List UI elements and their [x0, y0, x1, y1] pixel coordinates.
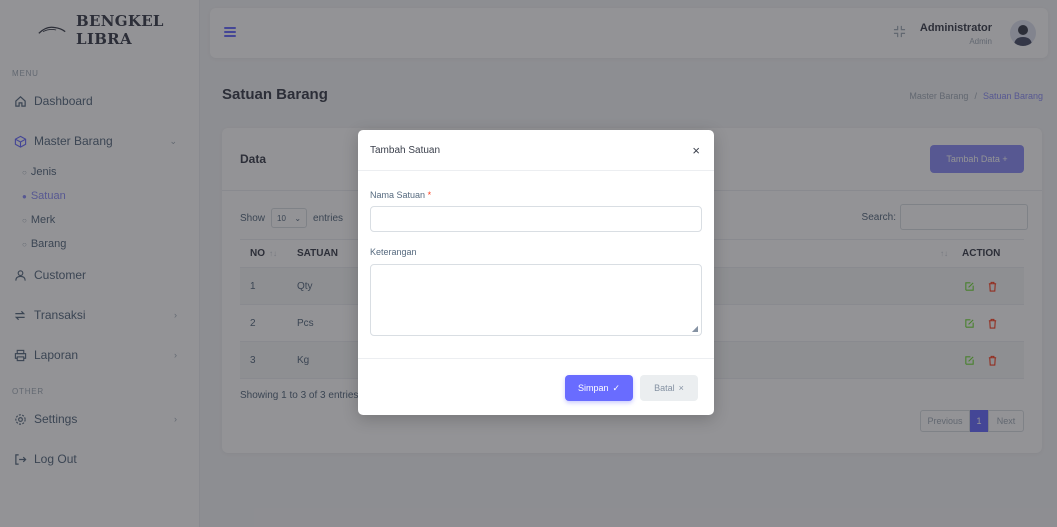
modal-divider: [358, 358, 714, 359]
required-mark: *: [427, 190, 432, 200]
modal-divider: [358, 170, 714, 171]
close-icon[interactable]: ×: [692, 144, 700, 157]
check-icon: ✓: [612, 382, 621, 393]
add-unit-modal: Tambah Satuan × Nama Satuan * Keterangan…: [358, 130, 714, 415]
keterangan-label: Keterangan: [370, 247, 417, 257]
modal-title: Tambah Satuan: [370, 145, 441, 156]
keterangan-textarea[interactable]: ◢: [370, 264, 702, 336]
save-button[interactable]: Simpan ✓: [565, 375, 633, 401]
nama-satuan-label: Nama Satuan *: [370, 190, 432, 200]
cancel-button[interactable]: Batal ×: [640, 375, 698, 401]
close-icon: ×: [678, 383, 684, 393]
nama-satuan-input[interactable]: [370, 206, 702, 232]
resize-handle-icon[interactable]: ◢: [692, 324, 698, 333]
